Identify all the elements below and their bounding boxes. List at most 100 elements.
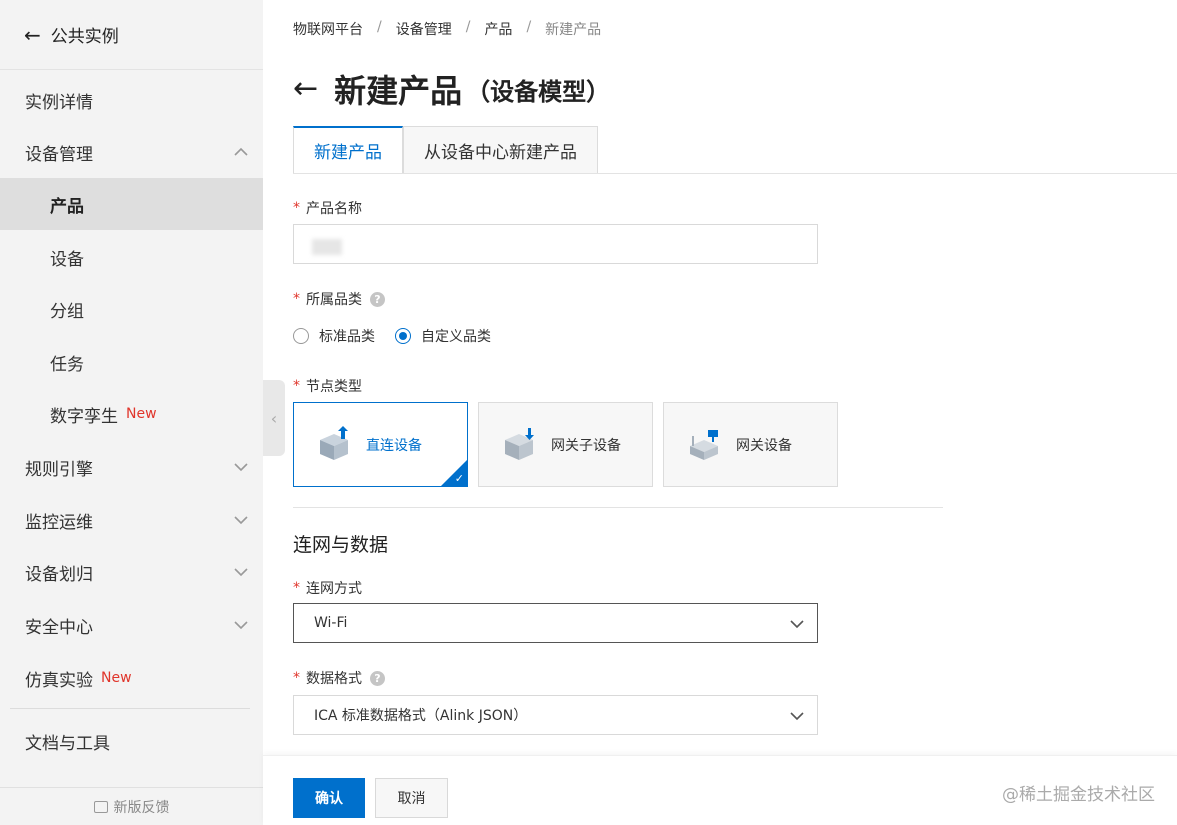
chevron-left-icon: ‹ [270, 408, 278, 428]
sidebar-item-products[interactable]: 产品 [0, 178, 263, 230]
node-card-gateway-device[interactable]: 网关设备 [663, 402, 838, 487]
tab-new-product[interactable]: 新建产品 [293, 126, 403, 174]
back-to-instances[interactable]: ← 公共实例 [0, 0, 263, 70]
node-card-label: 直连设备 [366, 437, 422, 454]
new-badge: New [126, 406, 157, 422]
data-format-label: * 数据格式 ? [293, 668, 385, 688]
sidebar-item-label: 产品 [50, 196, 84, 217]
feedback-label: 新版反馈 [113, 799, 170, 816]
confirm-button[interactable]: 确认 [293, 778, 365, 818]
label-text: 产品名称 [306, 201, 362, 217]
radio-custom-category[interactable]: 自定义品类 [395, 326, 491, 346]
label-text: 连网方式 [306, 581, 362, 597]
help-icon[interactable]: ? [370, 291, 385, 307]
sidebar: ← 公共实例 实例详情 设备管理 产品 设备 分组 任务 数字孪生 New 规则… [0, 0, 263, 825]
sidebar-item-docs-tools[interactable]: 文档与工具 [0, 715, 263, 767]
radio-standard-category[interactable]: 标准品类 [293, 326, 375, 346]
data-format-select[interactable]: ICA 标准数据格式（Alink JSON） [293, 695, 818, 735]
required-mark: * [293, 580, 300, 596]
section-divider [293, 507, 943, 508]
sidebar-item-label: 监控运维 [25, 512, 93, 533]
radio-circle [293, 328, 309, 344]
select-value: Wi-Fi [314, 615, 348, 631]
breadcrumb-separator: / [526, 19, 532, 35]
gateway-device-icon [690, 429, 718, 460]
network-select[interactable]: Wi-Fi [293, 603, 818, 643]
chevron-down-icon [234, 516, 248, 525]
tab-from-device-center[interactable]: 从设备中心新建产品 [403, 126, 598, 174]
select-value: ICA 标准数据格式（Alink JSON） [314, 708, 528, 724]
sidebar-item-tasks[interactable]: 任务 [0, 336, 263, 388]
node-card-gateway-subdevice[interactable]: 网关子设备 [478, 402, 653, 487]
section-title: 连网与数据 [293, 534, 389, 556]
radio-label: 自定义品类 [421, 329, 491, 345]
category-label: * 所属品类 ? [293, 289, 385, 309]
category-radio-group: 标准品类 自定义品类 [293, 326, 511, 346]
back-label: 公共实例 [50, 27, 119, 47]
page-title: ← 新建产品 （设备模型） [293, 66, 610, 112]
breadcrumb-separator: / [377, 19, 382, 35]
sidebar-item-monitoring[interactable]: 监控运维 [0, 494, 263, 546]
node-type-label: * 节点类型 [293, 376, 362, 396]
node-card-direct-device[interactable]: 直连设备 ✓ [293, 402, 468, 487]
sidebar-item-instance-details[interactable]: 实例详情 [0, 74, 263, 126]
sidebar-item-label: 设备划归 [25, 564, 93, 585]
sidebar-item-label: 安全中心 [25, 617, 93, 638]
label-text: 数据格式 [306, 671, 362, 687]
required-mark: * [293, 378, 300, 394]
gateway-subdevice-icon [505, 427, 534, 460]
sidebar-item-label: 数字孪生 [50, 406, 118, 427]
tabs-divider [293, 173, 1177, 174]
node-card-label: 网关子设备 [551, 437, 621, 454]
label-text: 节点类型 [306, 379, 362, 395]
sidebar-item-groups[interactable]: 分组 [0, 283, 263, 335]
chevron-down-icon [790, 620, 804, 629]
sidebar-divider [10, 708, 250, 709]
sidebar-item-device-assignment[interactable]: 设备划归 [0, 546, 263, 598]
breadcrumb: 物联网平台 / 设备管理 / 产品 / 新建产品 [293, 19, 601, 39]
product-name-input[interactable] [293, 224, 818, 264]
chevron-up-icon [234, 147, 248, 156]
sidebar-item-label: 文档与工具 [25, 733, 110, 754]
breadcrumb-products[interactable]: 产品 [484, 19, 512, 39]
sidebar-item-label: 规则引擎 [25, 459, 93, 480]
product-name-label: * 产品名称 [293, 198, 362, 218]
chevron-down-icon [234, 568, 248, 577]
sidebar-item-label: 设备 [50, 249, 84, 270]
label-text: 所属品类 [306, 292, 362, 308]
page-title-text: 新建产品 [334, 72, 463, 110]
sidebar-item-device-management[interactable]: 设备管理 [0, 126, 263, 178]
required-mark: * [293, 200, 300, 216]
sidebar-item-rule-engine[interactable]: 规则引擎 [0, 441, 263, 493]
network-label: * 连网方式 [293, 578, 362, 598]
breadcrumb-device-management[interactable]: 设备管理 [396, 19, 452, 39]
sidebar-item-label: 设备管理 [25, 144, 93, 165]
feedback-icon [93, 800, 108, 813]
sidebar-item-label: 仿真实验 [25, 670, 93, 691]
breadcrumb-iot-platform[interactable]: 物联网平台 [293, 19, 363, 39]
sidebar-item-label: 分组 [50, 301, 84, 322]
help-icon[interactable]: ? [370, 670, 385, 686]
node-card-label: 网关设备 [736, 437, 792, 454]
sidebar-item-simulation[interactable]: 仿真实验 New [0, 652, 263, 704]
chevron-down-icon [234, 621, 248, 630]
sidebar-item-label: 任务 [50, 354, 84, 375]
sidebar-item-security[interactable]: 安全中心 [0, 599, 263, 651]
feedback-link[interactable]: 新版反馈 [0, 787, 263, 825]
direct-device-icon [320, 425, 348, 460]
redacted-value [312, 239, 342, 255]
sidebar-item-devices[interactable]: 设备 [0, 231, 263, 283]
arrow-left-icon: ← [24, 22, 41, 47]
back-arrow-icon[interactable]: ← [293, 74, 318, 104]
check-icon: ✓ [454, 472, 464, 485]
breadcrumb-current: 新建产品 [545, 22, 602, 38]
sidebar-collapse-handle[interactable]: ‹ [263, 380, 285, 456]
sidebar-item-digital-twin[interactable]: 数字孪生 New [0, 388, 263, 440]
chevron-down-icon [790, 712, 804, 721]
cancel-button[interactable]: 取消 [375, 778, 448, 818]
radio-label: 标准品类 [319, 329, 375, 345]
watermark: @稀土掘金技术社区 [1002, 785, 1155, 805]
new-badge: New [101, 670, 132, 686]
chevron-down-icon [234, 463, 248, 472]
page-subtitle: （设备模型） [466, 77, 611, 106]
